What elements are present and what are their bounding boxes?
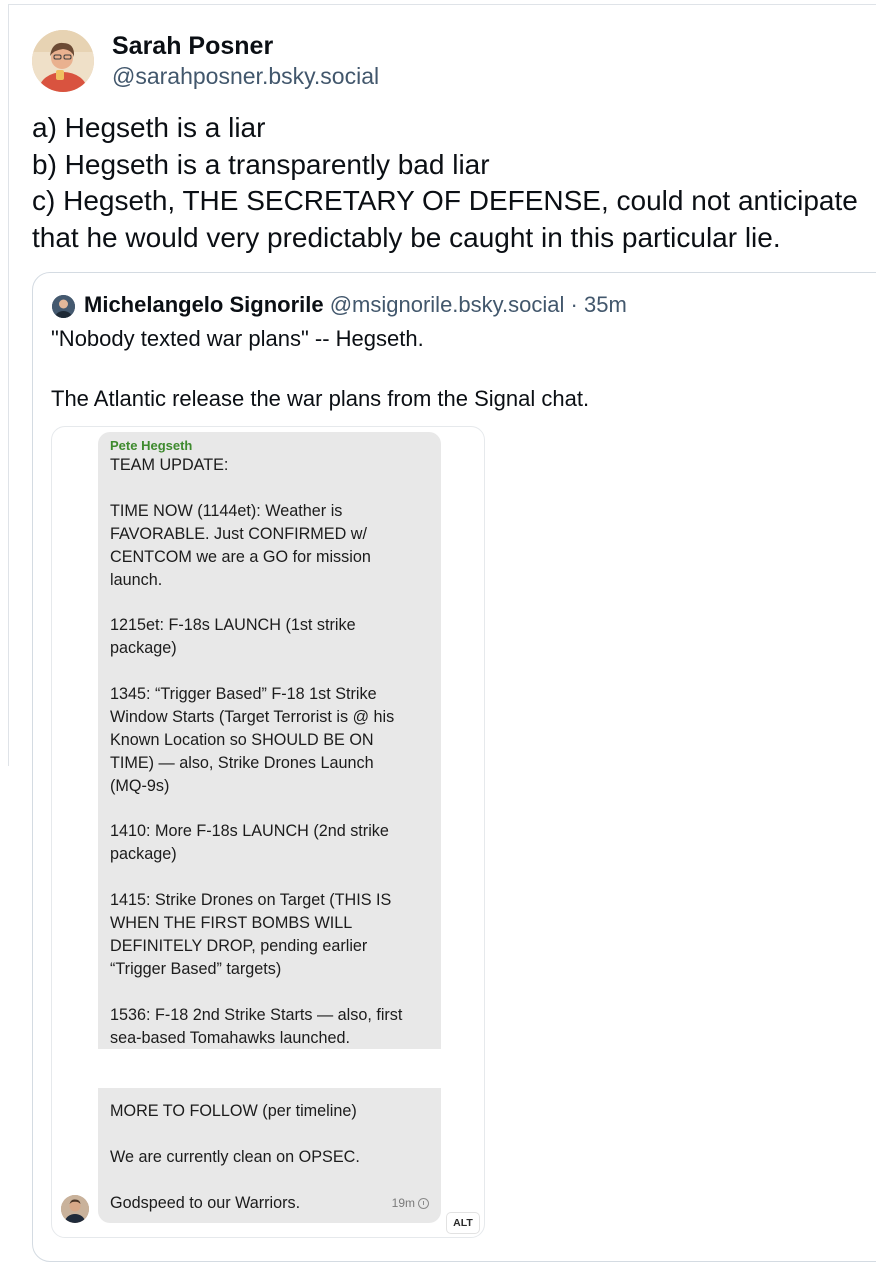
message-bubble: Pete Hegseth TEAM UPDATE: TIME NOW (1144e… xyxy=(98,432,441,1049)
thread-line xyxy=(8,4,9,766)
top-divider xyxy=(8,4,876,5)
message-sender: Pete Hegseth xyxy=(110,438,193,453)
message-line: (MQ-9s) xyxy=(110,776,170,795)
message-line: sea-based Tomahawks launched. xyxy=(110,1028,350,1047)
message-line xyxy=(110,591,429,614)
quoted-author-name[interactable]: Michelangelo Signorile xyxy=(84,292,324,317)
message-line: FAVORABLE. Just CONFIRMED w/ xyxy=(110,524,367,543)
alt-text-badge[interactable]: ALT xyxy=(446,1212,480,1234)
message-line: DEFINITELY DROP, pending earlier xyxy=(110,936,368,955)
user-avatar-icon[interactable] xyxy=(32,30,94,92)
quoted-post-header: Michelangelo Signorile @msignorile.bsky.… xyxy=(84,292,627,318)
message-line: TEAM UPDATE: xyxy=(110,456,229,474)
message-body: MORE TO FOLLOW (per timeline) We are curr… xyxy=(110,1100,429,1215)
message-line: 1345: “Trigger Based” F-18 1st Strike xyxy=(110,685,377,704)
quoted-text-line: "Nobody texted war plans" -- Hegseth. xyxy=(51,326,424,351)
message-line: package) xyxy=(110,845,177,864)
message-line: TIME) — also, Strike Drones Launch xyxy=(110,753,374,772)
message-line: Window Starts (Target Terrorist is @ his xyxy=(110,707,395,726)
message-body: TEAM UPDATE: TIME NOW (1144et): Weather i… xyxy=(110,454,429,1049)
quoted-author-handle[interactable]: @msignorile.bsky.social xyxy=(330,292,565,317)
post-text-line: that he would very predictably be caught… xyxy=(32,221,781,253)
message-line: package) xyxy=(110,639,177,658)
message-time: 19m xyxy=(391,1196,415,1211)
post-text-line: b) Hegseth is a transparently bad liar xyxy=(32,148,490,180)
message-line: WHEN THE FIRST BOMBS WILL xyxy=(110,914,353,933)
quoted-text-line: The Atlantic release the war plans from … xyxy=(51,386,590,411)
message-timestamp: 19m xyxy=(392,1192,429,1215)
message-line xyxy=(110,660,429,683)
message-line: 1215et: F-18s LAUNCH (1st strike xyxy=(110,616,356,635)
message-line xyxy=(110,866,429,889)
message-line: “Trigger Based” targets) xyxy=(110,959,282,978)
message-line: CENTCOM we are a GO for mission xyxy=(110,547,371,566)
post-text-line: a) Hegseth is a liar xyxy=(32,112,266,143)
message-line xyxy=(110,477,429,500)
message-line: launch. xyxy=(110,570,163,589)
message-line xyxy=(110,798,429,821)
header-separator: · xyxy=(570,292,578,317)
message-line xyxy=(110,1123,429,1146)
author-name[interactable]: Sarah Posner xyxy=(112,32,273,61)
message-line: 1415: Strike Drones on Target (THIS IS xyxy=(110,891,392,910)
sender-avatar-icon xyxy=(61,1195,89,1223)
message-line xyxy=(110,1169,429,1192)
message-line: Known Location so SHOULD BE ON xyxy=(110,730,374,749)
quoted-text-line xyxy=(51,354,851,384)
post-text: a) Hegseth is a liar b) Hegseth is a tra… xyxy=(32,110,872,256)
message-line: 1410: More F-18s LAUNCH (2nd strike xyxy=(110,822,389,841)
message-line: TIME NOW (1144et): Weather is xyxy=(110,501,343,520)
message-line: MORE TO FOLLOW (per timeline) xyxy=(110,1102,357,1120)
post-text-line: c) Hegseth, THE SECRETARY OF DEFENSE, co… xyxy=(32,185,858,216)
message-line: 1536: F-18 2nd Strike Starts — also, fir… xyxy=(110,1005,403,1024)
message-line: Godspeed to our Warriors. xyxy=(110,1193,301,1212)
message-line: We are currently clean on OPSEC. xyxy=(110,1147,360,1166)
author-handle[interactable]: @sarahposner.bsky.social xyxy=(112,63,379,90)
quoted-author-avatar-icon[interactable] xyxy=(52,295,75,318)
message-line xyxy=(110,981,429,1004)
quoted-post-time[interactable]: 35m xyxy=(584,292,627,317)
quoted-post-text: "Nobody texted war plans" -- Hegseth. Th… xyxy=(51,324,851,414)
message-bubble: MORE TO FOLLOW (per timeline) We are curr… xyxy=(98,1088,441,1223)
clock-icon xyxy=(418,1198,429,1210)
